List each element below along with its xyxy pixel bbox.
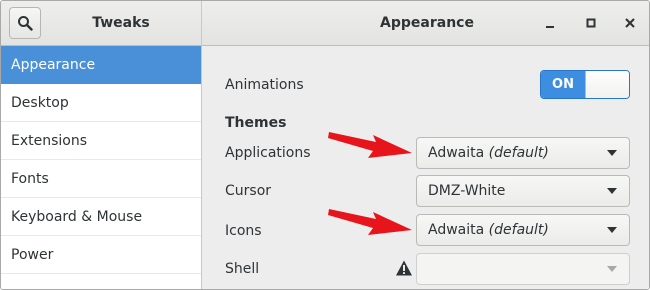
applications-label: Applications xyxy=(225,145,311,161)
chevron-down-icon xyxy=(607,188,617,194)
sidebar-item-desktop[interactable]: Desktop xyxy=(1,84,201,122)
sidebar-item-keyboard-mouse[interactable]: Keyboard & Mouse xyxy=(1,198,201,236)
sidebar: Appearance Desktop Extensions Fonts Keyb… xyxy=(1,46,202,289)
app-title: Tweaks xyxy=(92,15,150,31)
applications-theme-dropdown[interactable]: Adwaita (default) xyxy=(416,137,630,169)
header-left-pane: Tweaks xyxy=(1,1,202,46)
chevron-down-icon xyxy=(607,150,617,156)
tweaks-window: Tweaks Appearance Appearance Desktop Ext… xyxy=(0,0,650,290)
close-icon xyxy=(625,18,635,28)
sidebar-item-appearance[interactable]: Appearance xyxy=(1,46,201,84)
minimize-button[interactable] xyxy=(541,14,559,32)
animations-label: Animations xyxy=(225,77,304,93)
switch-knob[interactable] xyxy=(585,71,629,98)
chevron-down-icon xyxy=(607,227,617,233)
maximize-button[interactable] xyxy=(582,14,600,32)
sidebar-item-fonts[interactable]: Fonts xyxy=(1,160,201,198)
cursor-theme-dropdown[interactable]: DMZ-White xyxy=(416,175,630,207)
minimize-icon xyxy=(546,26,554,28)
sidebar-item-extensions[interactable]: Extensions xyxy=(1,122,201,160)
icons-label: Icons xyxy=(225,223,262,239)
shell-theme-dropdown[interactable] xyxy=(416,253,630,285)
close-button[interactable] xyxy=(621,14,639,32)
icons-theme-dropdown[interactable]: Adwaita (default) xyxy=(416,214,630,246)
appearance-panel: Animations ON Themes Applications Adwait… xyxy=(203,46,649,289)
icons-default-note: (default) xyxy=(488,222,549,238)
cursor-label: Cursor xyxy=(225,183,272,199)
applications-theme-value: Adwaita xyxy=(428,145,485,161)
icons-theme-value: Adwaita xyxy=(428,222,485,238)
switch-on-label: ON xyxy=(541,71,585,98)
warning-icon xyxy=(396,260,412,276)
animations-switch[interactable]: ON xyxy=(540,70,630,99)
shell-label: Shell xyxy=(225,261,260,277)
themes-heading: Themes xyxy=(225,115,287,131)
red-arrow xyxy=(328,209,412,235)
search-icon xyxy=(18,16,33,31)
cursor-theme-value: DMZ-White xyxy=(428,183,506,199)
maximize-icon xyxy=(586,18,596,28)
applications-default-note: (default) xyxy=(488,145,549,161)
sidebar-item-power[interactable]: Power xyxy=(1,236,201,274)
red-arrow xyxy=(328,132,412,158)
chevron-down-icon xyxy=(607,266,617,272)
header-bar: Tweaks Appearance xyxy=(1,1,649,46)
search-button[interactable] xyxy=(9,7,41,39)
